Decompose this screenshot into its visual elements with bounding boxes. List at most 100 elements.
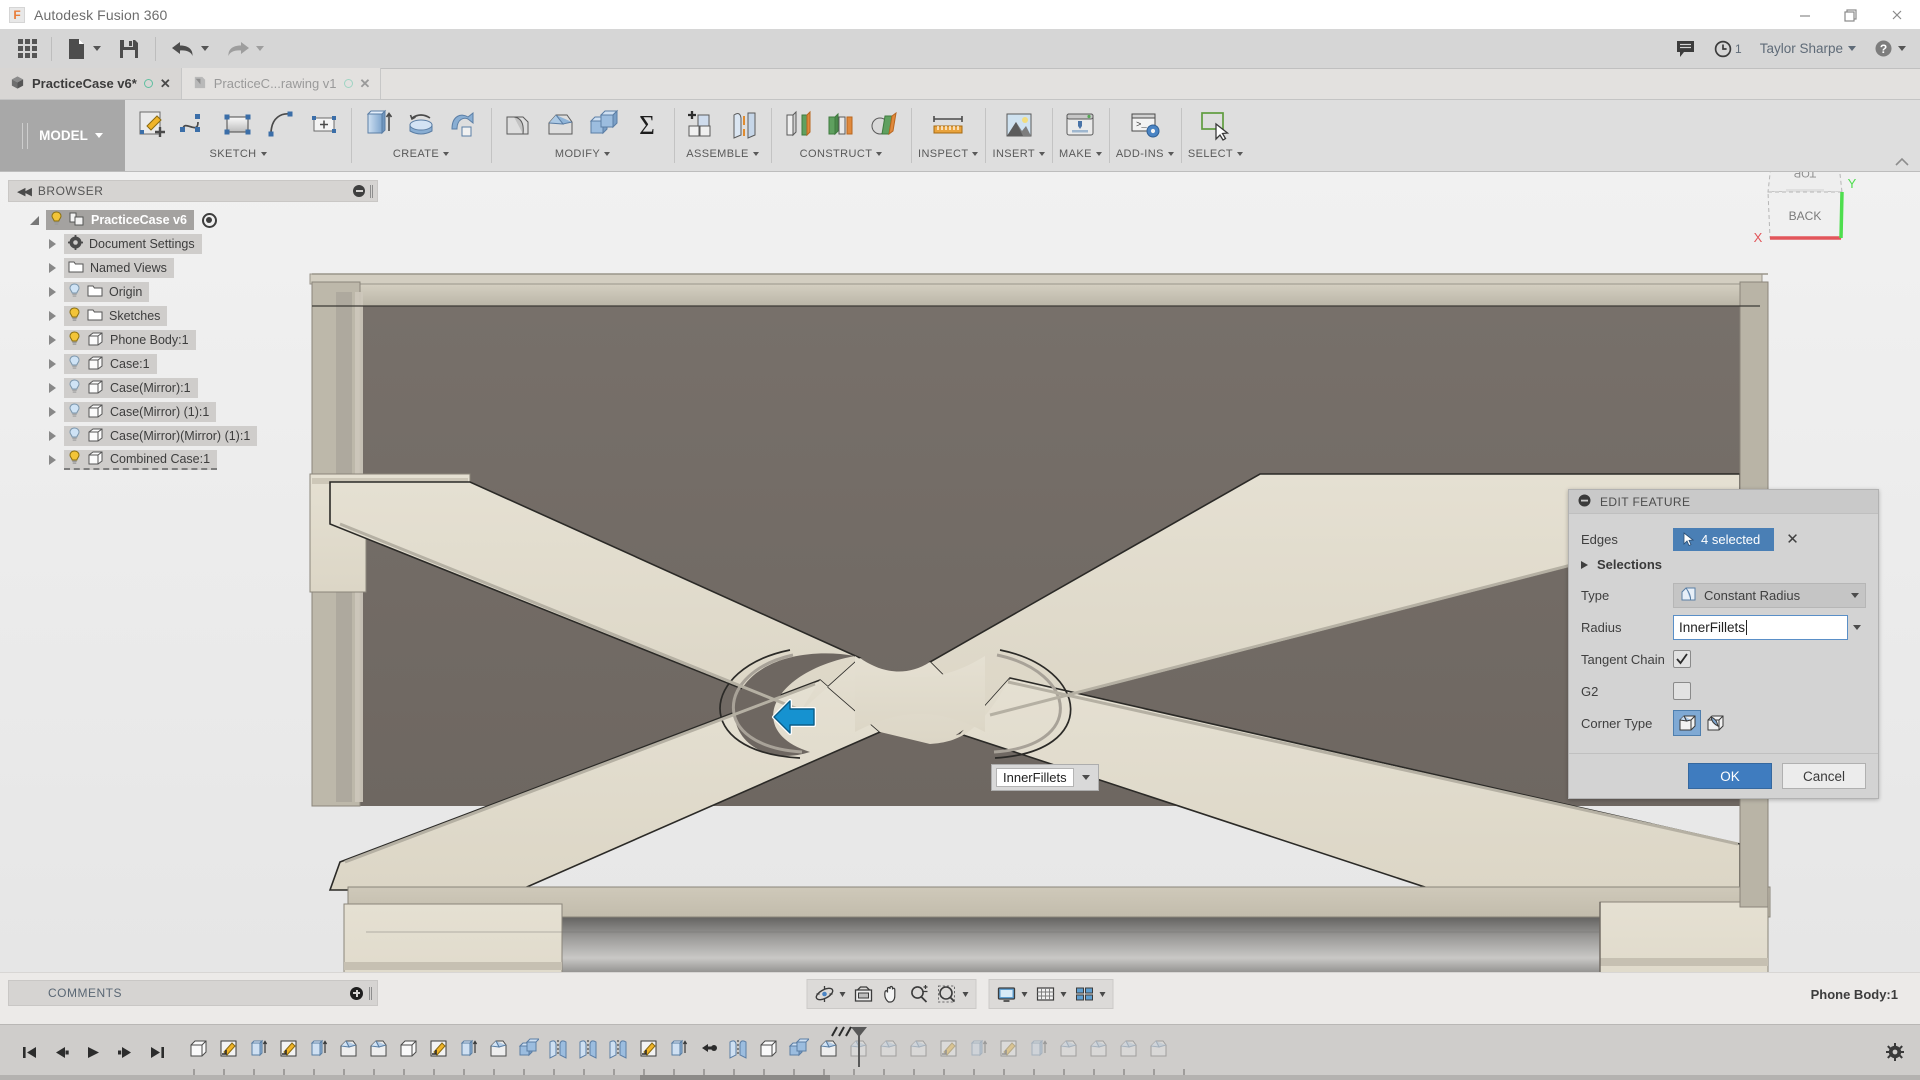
ribbon-panel-title[interactable]: INSPECT: [918, 148, 978, 160]
fit-icon[interactable]: [935, 981, 961, 1007]
timeline-scrollbar-thumb[interactable]: [640, 1075, 830, 1080]
minimize-button[interactable]: [1782, 0, 1828, 29]
plane-at-angle-icon[interactable]: [864, 105, 904, 145]
timeline-feature-mirror-icon[interactable]: [544, 1035, 572, 1063]
ribbon-panel-title[interactable]: CONSTRUCT: [800, 148, 883, 160]
timeline-feature-combine-icon[interactable]: [784, 1035, 812, 1063]
tree-row-phone-body[interactable]: Phone Body:1: [8, 328, 378, 352]
close-button[interactable]: [1874, 0, 1920, 29]
timeline-feature-combine-icon[interactable]: [514, 1035, 542, 1063]
timeline-feature-fillet-icon[interactable]: [874, 1035, 902, 1063]
expand-triangle-icon[interactable]: [44, 260, 60, 276]
tree-row-content[interactable]: Combined Case:1: [64, 450, 217, 470]
ribbon-panel-title[interactable]: ASSEMBLE: [686, 148, 759, 160]
timeline-feature-fillet-icon[interactable]: [1084, 1035, 1112, 1063]
rectangle-icon[interactable]: [218, 105, 258, 145]
lightbulb-on-icon[interactable]: [68, 450, 81, 468]
chevron-down-icon[interactable]: [1022, 992, 1028, 997]
inline-radius-input[interactable]: InnerFillets: [996, 768, 1074, 787]
chevron-down-icon[interactable]: [1082, 775, 1090, 780]
scripts-addins-icon[interactable]: >_: [1125, 105, 1165, 145]
ribbon-collapse-button[interactable]: [1894, 100, 1920, 171]
tree-row-content[interactable]: Origin: [64, 282, 149, 302]
lightbulb-off-icon[interactable]: [68, 379, 81, 397]
clear-selection-icon[interactable]: ✕: [1786, 530, 1799, 548]
dialog-minus-icon[interactable]: [1578, 494, 1591, 510]
expand-triangle-icon[interactable]: [26, 212, 42, 228]
timeline-feature-fillet-icon[interactable]: [484, 1035, 512, 1063]
tree-row-document-settings[interactable]: Document Settings: [8, 232, 378, 256]
sweep-icon[interactable]: [444, 105, 484, 145]
workspace-switcher[interactable]: MODEL: [0, 100, 125, 171]
tree-row-content[interactable]: Case(Mirror) (1):1: [64, 402, 216, 422]
tree-row-case-mirror-mirror-1[interactable]: Case(Mirror)(Mirror) (1):1: [8, 424, 378, 448]
view-cube[interactable]: TOP BACK X Y: [1742, 172, 1872, 264]
comments-panel[interactable]: COMMENTS: [8, 980, 378, 1006]
lightbulb-off-icon[interactable]: [68, 355, 81, 373]
expand-triangle-icon[interactable]: [44, 404, 60, 420]
corner-type-rolling-ball-button[interactable]: [1673, 710, 1701, 736]
save-icon[interactable]: [109, 29, 149, 69]
ok-button[interactable]: OK: [1688, 763, 1772, 789]
expand-triangle-icon[interactable]: [44, 284, 60, 300]
tree-row-content[interactable]: Sketches: [64, 306, 167, 326]
select-window-icon[interactable]: [1195, 105, 1235, 145]
tree-row-combined-case[interactable]: Combined Case:1: [8, 448, 378, 472]
create-sketch-icon[interactable]: [132, 105, 172, 145]
chevron-down-icon[interactable]: [1100, 992, 1106, 997]
chevron-down-icon[interactable]: [963, 992, 969, 997]
timeline-feature-fillet-icon[interactable]: [904, 1035, 932, 1063]
timeline-feature-extrude-icon[interactable]: [664, 1035, 692, 1063]
user-menu[interactable]: Taylor Sharpe: [1752, 29, 1864, 69]
sketch-dimension-icon[interactable]: [304, 105, 344, 145]
timeline-feature-extrude-icon[interactable]: [454, 1035, 482, 1063]
step-forward-icon[interactable]: [116, 1044, 134, 1062]
look-at-icon[interactable]: [851, 981, 877, 1007]
tangent-chain-checkbox[interactable]: [1673, 650, 1691, 668]
timeline-feature-body-icon[interactable]: [184, 1035, 212, 1063]
measure-icon[interactable]: [928, 105, 968, 145]
expand-triangle-icon[interactable]: [44, 428, 60, 444]
tree-row-case-mirror-1[interactable]: Case(Mirror) (1):1: [8, 400, 378, 424]
tree-row-content[interactable]: Named Views: [64, 258, 174, 278]
lightbulb-on-icon[interactable]: [68, 307, 81, 325]
ribbon-panel-title[interactable]: MODIFY: [555, 148, 610, 160]
timeline-feature-fillet-icon[interactable]: [1144, 1035, 1172, 1063]
tree-row-case[interactable]: Case:1: [8, 352, 378, 376]
panel-grip[interactable]: [369, 987, 372, 1000]
tree-row-case-mirror[interactable]: Case(Mirror):1: [8, 376, 378, 400]
document-tab-drawing[interactable]: PracticeC...rawing v1 ✕: [182, 68, 382, 99]
timeline-feature-sketch-icon[interactable]: [214, 1035, 242, 1063]
timeline-feature-fillet-icon[interactable]: [814, 1035, 842, 1063]
timeline-track[interactable]: [184, 1025, 1920, 1080]
arc-icon[interactable]: [261, 105, 301, 145]
timeline-feature-mirror-icon[interactable]: [574, 1035, 602, 1063]
skip-to-end-icon[interactable]: [148, 1044, 166, 1062]
tree-row-practicecase[interactable]: PracticeCase v6: [8, 208, 378, 232]
close-icon[interactable]: ✕: [160, 76, 171, 92]
lightbulb-off-icon[interactable]: [68, 283, 81, 301]
tree-row-content[interactable]: Case:1: [64, 354, 157, 374]
cancel-button[interactable]: Cancel: [1782, 763, 1866, 789]
timeline-feature-fillet-icon[interactable]: [364, 1035, 392, 1063]
joint-icon[interactable]: [724, 105, 764, 145]
lightbulb-off-icon[interactable]: [68, 403, 81, 421]
pan-icon[interactable]: [879, 981, 905, 1007]
add-comment-icon[interactable]: [350, 987, 363, 1000]
job-status-clock-icon[interactable]: 1: [1706, 29, 1750, 69]
timeline-feature-sketch-icon[interactable]: [274, 1035, 302, 1063]
inline-radius-input-group[interactable]: InnerFillets: [991, 764, 1099, 791]
radius-input[interactable]: InnerFillets: [1673, 615, 1848, 640]
timeline-feature-fillet-icon[interactable]: [1054, 1035, 1082, 1063]
spline-icon[interactable]: [175, 105, 215, 145]
chevron-down-icon[interactable]: [840, 992, 846, 997]
ribbon-panel-title[interactable]: CREATE: [393, 148, 449, 160]
fillet-icon[interactable]: [541, 105, 581, 145]
timeline-feature-body-icon[interactable]: [754, 1035, 782, 1063]
help-icon[interactable]: ?: [1866, 29, 1914, 69]
visibility-eye-icon[interactable]: [202, 213, 217, 228]
play-icon[interactable]: [84, 1044, 102, 1062]
expand-triangle-icon[interactable]: [44, 380, 60, 396]
close-icon[interactable]: ✕: [360, 76, 371, 92]
revolve-icon[interactable]: [401, 105, 441, 145]
